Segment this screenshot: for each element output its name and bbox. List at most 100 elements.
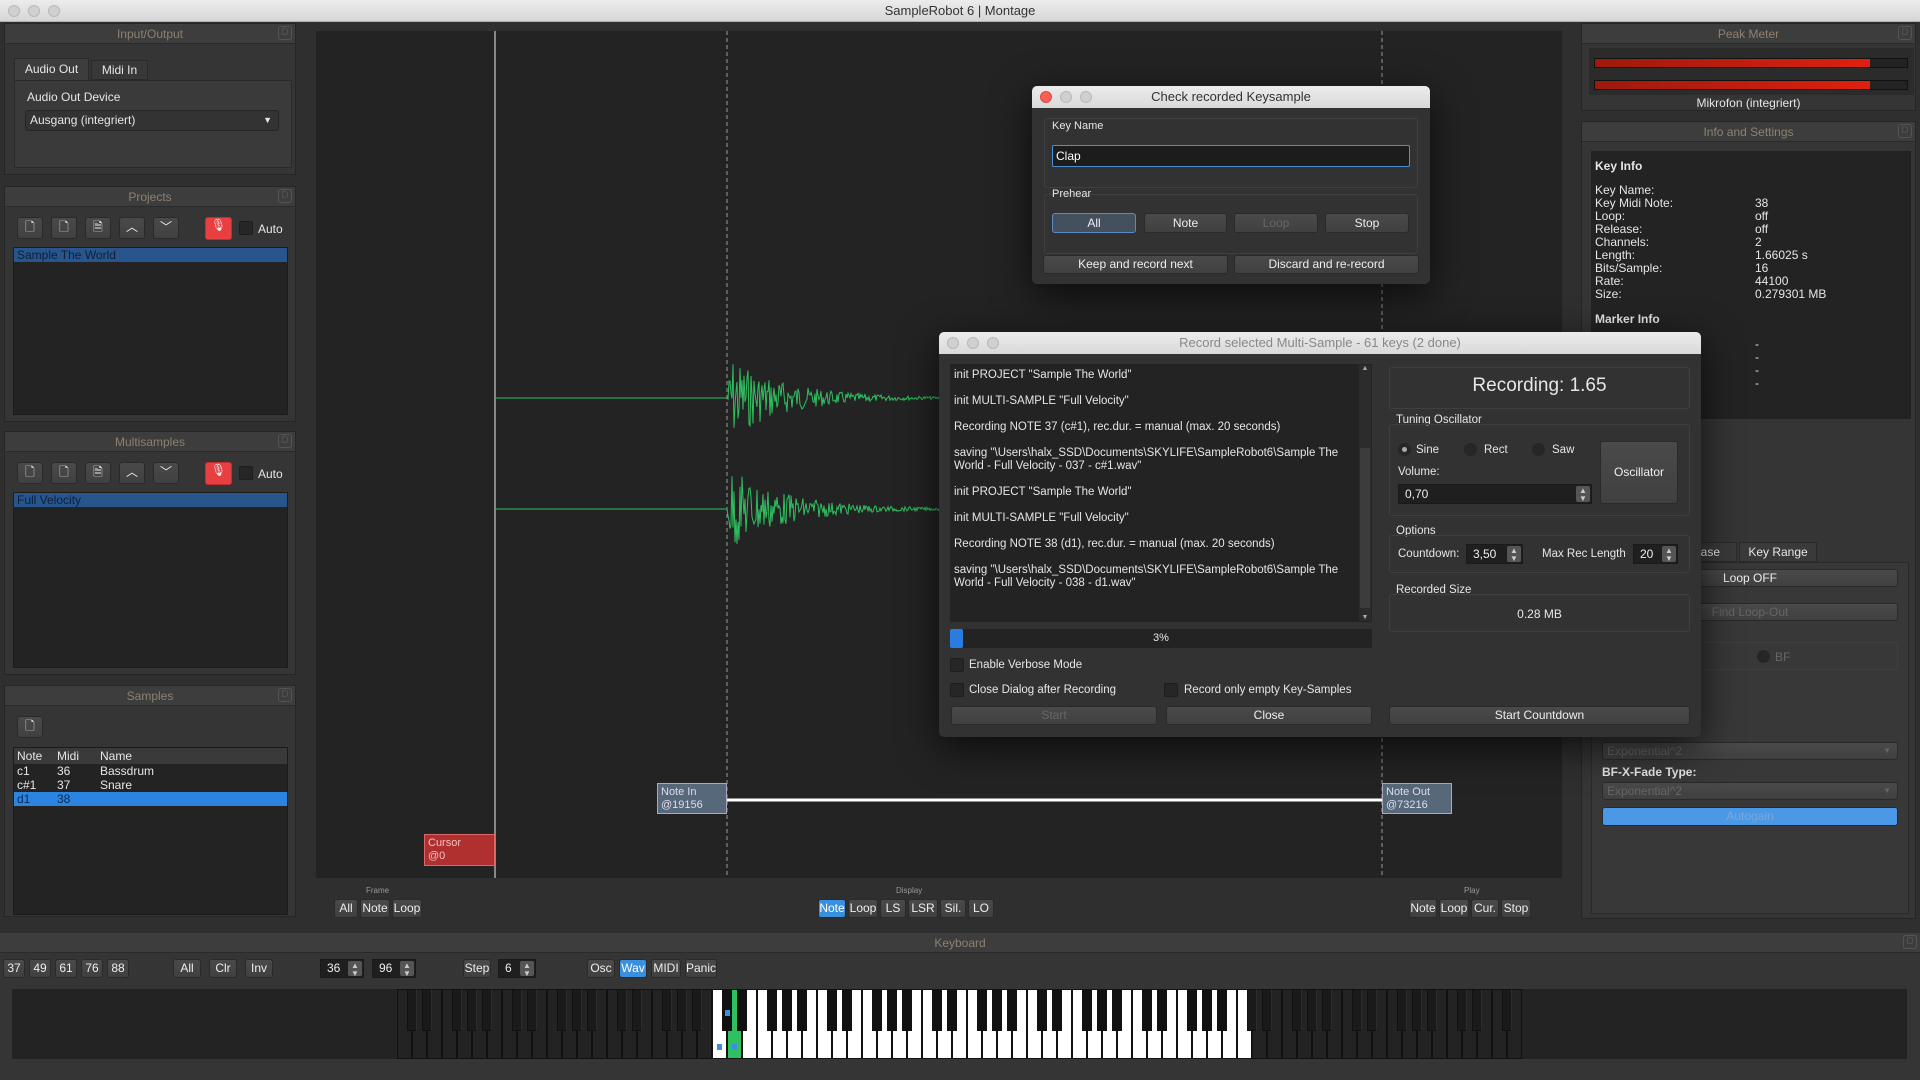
audio-out-device-select[interactable]: Ausgang (integriert) ▼ bbox=[25, 110, 279, 131]
piano-key-15[interactable] bbox=[527, 989, 537, 1031]
piano-key-121[interactable] bbox=[1457, 989, 1467, 1031]
piano-key-8[interactable] bbox=[467, 989, 477, 1031]
oscillator-button[interactable]: Oscillator bbox=[1600, 441, 1678, 504]
close-window-button[interactable] bbox=[8, 5, 20, 17]
new-multisample-button[interactable]: 🗋 bbox=[17, 462, 43, 484]
piano-key-85[interactable] bbox=[1142, 989, 1152, 1031]
piano-key-80[interactable] bbox=[1097, 989, 1107, 1031]
osc-mode-button[interactable]: Osc bbox=[587, 959, 615, 978]
detach-button[interactable]: D bbox=[278, 688, 292, 702]
detach-button[interactable]: D bbox=[278, 189, 292, 203]
piano-key-27[interactable] bbox=[632, 989, 642, 1031]
step-spinbox[interactable]: 6 ▲ ▼ bbox=[498, 959, 536, 978]
note-out-marker[interactable]: Note Out @73216 bbox=[1382, 783, 1452, 814]
select-inv-button[interactable]: Inv bbox=[245, 959, 273, 978]
low-key-spinbox[interactable]: 36 ▲ ▼ bbox=[320, 959, 364, 978]
piano-key-51[interactable] bbox=[842, 989, 852, 1031]
remove-project-button[interactable]: 🗋 bbox=[51, 217, 77, 239]
radio-rect[interactable] bbox=[1464, 443, 1477, 456]
piano-key-63[interactable] bbox=[947, 989, 957, 1031]
piano-key-25[interactable] bbox=[617, 989, 627, 1031]
panic-mode-button[interactable]: Panic bbox=[685, 959, 717, 978]
prehear-stop-button[interactable]: Stop bbox=[1325, 213, 1409, 233]
tab-key-range[interactable]: Key Range bbox=[1739, 542, 1817, 562]
piano-key-68[interactable] bbox=[992, 989, 1002, 1031]
piano-key-13[interactable] bbox=[512, 989, 522, 1031]
note-in-marker[interactable]: Note In @19156 bbox=[657, 783, 727, 814]
project-properties-button[interactable]: 🗎 bbox=[85, 217, 111, 239]
list-item[interactable]: Full Velocity bbox=[14, 493, 287, 507]
frame-loop-button[interactable]: Loop bbox=[392, 899, 422, 918]
piano-key-34[interactable] bbox=[692, 989, 702, 1031]
stepper-arrows-icon[interactable]: ▲ ▼ bbox=[1662, 546, 1676, 563]
piano-key-22[interactable] bbox=[587, 989, 597, 1031]
projects-list[interactable]: Sample The World bbox=[13, 247, 288, 415]
start-button[interactable]: Start bbox=[951, 706, 1157, 725]
multisamples-list[interactable]: Full Velocity bbox=[13, 492, 288, 668]
piano-key-20[interactable] bbox=[572, 989, 582, 1031]
prehear-loop-button[interactable]: Loop bbox=[1234, 213, 1318, 233]
piano-key-104[interactable] bbox=[1307, 989, 1317, 1031]
piano-key-10[interactable] bbox=[482, 989, 492, 1031]
piano-key-82[interactable] bbox=[1112, 989, 1122, 1031]
key-name-input[interactable] bbox=[1052, 145, 1410, 167]
select-clr-button[interactable]: Clr bbox=[209, 959, 237, 978]
remove-sample-button[interactable]: 🗋 bbox=[17, 716, 43, 738]
preset-49-button[interactable]: 49 bbox=[29, 959, 51, 978]
display-note-button[interactable]: Note bbox=[818, 899, 846, 918]
piano-key-1[interactable] bbox=[407, 989, 417, 1031]
minimize-window-button[interactable] bbox=[28, 5, 40, 17]
record-button[interactable]: 🎙 bbox=[205, 217, 232, 240]
zoom-dialog-button[interactable] bbox=[987, 337, 999, 349]
piano-key-106[interactable] bbox=[1322, 989, 1332, 1031]
frame-all-button[interactable]: All bbox=[334, 899, 358, 918]
high-key-spinbox[interactable]: 96 ▲ ▼ bbox=[372, 959, 416, 978]
wav-mode-button[interactable]: Wav bbox=[619, 959, 647, 978]
piano-key-44[interactable] bbox=[782, 989, 792, 1031]
piano-key-54[interactable] bbox=[872, 989, 882, 1031]
piano-key-61[interactable] bbox=[932, 989, 942, 1031]
auto-checkbox[interactable] bbox=[239, 221, 253, 235]
stepper-arrows-icon[interactable]: ▲ ▼ bbox=[520, 961, 534, 978]
start-countdown-button[interactable]: Start Countdown bbox=[1389, 706, 1690, 725]
close-button[interactable]: Close bbox=[1166, 706, 1372, 725]
piano-key-78[interactable] bbox=[1082, 989, 1092, 1031]
preset-88-button[interactable]: 88 bbox=[107, 959, 129, 978]
move-up-button[interactable]: ︿ bbox=[119, 462, 145, 484]
prehear-note-button[interactable]: Note bbox=[1144, 213, 1227, 233]
piano-key-30[interactable] bbox=[662, 989, 672, 1031]
column-name[interactable]: Name bbox=[100, 749, 132, 763]
display-loop-button[interactable]: Loop bbox=[848, 899, 878, 918]
scroll-up-icon[interactable]: ▲ bbox=[1360, 365, 1370, 372]
table-row[interactable]: d1 38 bbox=[14, 792, 287, 806]
countdown-spinbox[interactable]: 3,50 ▲ ▼ bbox=[1466, 544, 1523, 564]
display-sil-button[interactable]: Sil. bbox=[940, 899, 966, 918]
list-item[interactable]: Sample The World bbox=[14, 248, 287, 262]
auto-checkbox[interactable] bbox=[239, 466, 253, 480]
zoom-dialog-button[interactable] bbox=[1080, 91, 1092, 103]
tab-midi-in[interactable]: Midi In bbox=[91, 60, 148, 80]
preset-61-button[interactable]: 61 bbox=[55, 959, 77, 978]
move-down-button[interactable]: ﹀ bbox=[153, 217, 179, 239]
piano-key-109[interactable] bbox=[1352, 989, 1362, 1031]
stepper-arrows-icon[interactable]: ▲ ▼ bbox=[348, 961, 362, 978]
frame-note-button[interactable]: Note bbox=[360, 899, 390, 918]
remove-multisample-button[interactable]: 🗋 bbox=[51, 462, 77, 484]
midi-mode-button[interactable]: MIDI bbox=[651, 959, 681, 978]
piano-key-3[interactable] bbox=[422, 989, 432, 1031]
close-after-checkbox[interactable] bbox=[950, 683, 964, 697]
fade-type-select[interactable]: Exponential^2 ▼ bbox=[1602, 742, 1898, 760]
table-row[interactable]: c#1 37 Snare bbox=[14, 778, 287, 792]
piano-key-49[interactable] bbox=[827, 989, 837, 1031]
radio-sine[interactable] bbox=[1398, 443, 1411, 456]
piano-key-37[interactable] bbox=[722, 989, 732, 1031]
piano-key-92[interactable] bbox=[1202, 989, 1212, 1031]
piano-key-18[interactable] bbox=[557, 989, 567, 1031]
preset-76-button[interactable]: 76 bbox=[81, 959, 103, 978]
move-up-button[interactable]: ︿ bbox=[119, 217, 145, 239]
piano-key-114[interactable] bbox=[1397, 989, 1407, 1031]
detach-button[interactable]: D bbox=[278, 434, 292, 448]
autogain-button[interactable]: Autogain bbox=[1602, 807, 1898, 826]
piano-key-123[interactable] bbox=[1472, 989, 1482, 1031]
stepper-arrows-icon[interactable]: ▲ ▼ bbox=[1576, 486, 1590, 503]
